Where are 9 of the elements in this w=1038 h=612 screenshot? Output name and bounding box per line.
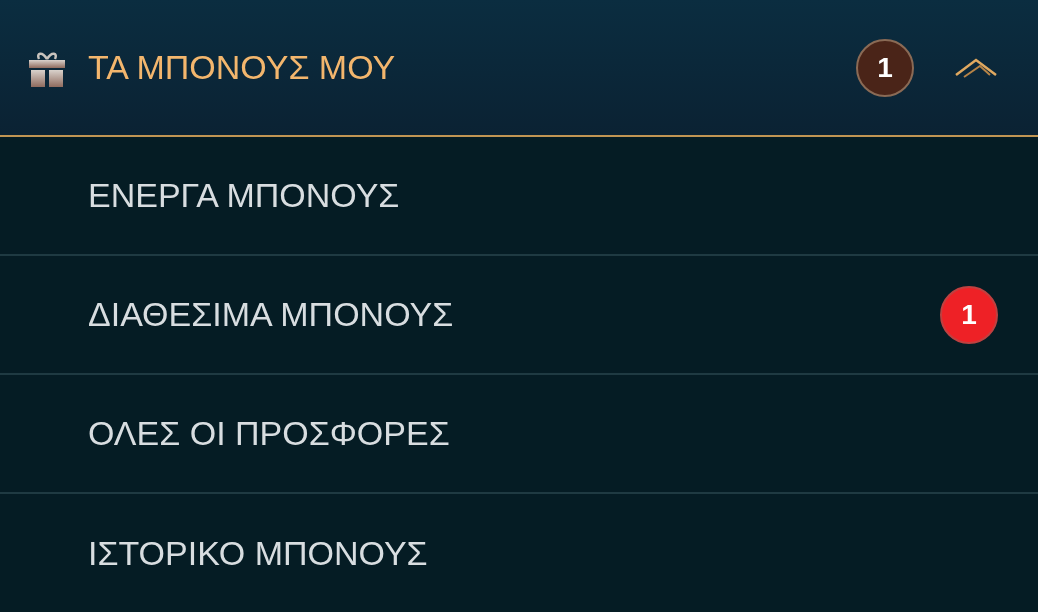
chevron-up-icon[interactable] bbox=[954, 56, 998, 79]
menu-item[interactable]: ΔΙΑΘΕΣΙΜΑ ΜΠΟΝΟΥΣ bbox=[88, 295, 940, 334]
count-badge: 1 bbox=[940, 285, 998, 344]
menu-title: ΤΑ ΜΠΟΝΟΥΣ ΜΟΥ bbox=[88, 48, 397, 87]
menu-item[interactable]: ΟΛΕΣ ΟΙ ΠΡΟΣΦΟΡΕΣ bbox=[88, 414, 998, 453]
menu-header[interactable]: ΤΑ ΜΠΟΝΟΥΣ ΜΟΥ 1 bbox=[0, 0, 1038, 137]
count-badge: 1 bbox=[856, 38, 914, 97]
menu-item[interactable]: ΕΝΕΡΓΑ ΜΠΟΝΟΥΣ bbox=[88, 176, 998, 215]
menu-item[interactable]: ΙΣΤΟΡΙΚΟ ΜΠΟΝΟΥΣ bbox=[88, 533, 998, 573]
